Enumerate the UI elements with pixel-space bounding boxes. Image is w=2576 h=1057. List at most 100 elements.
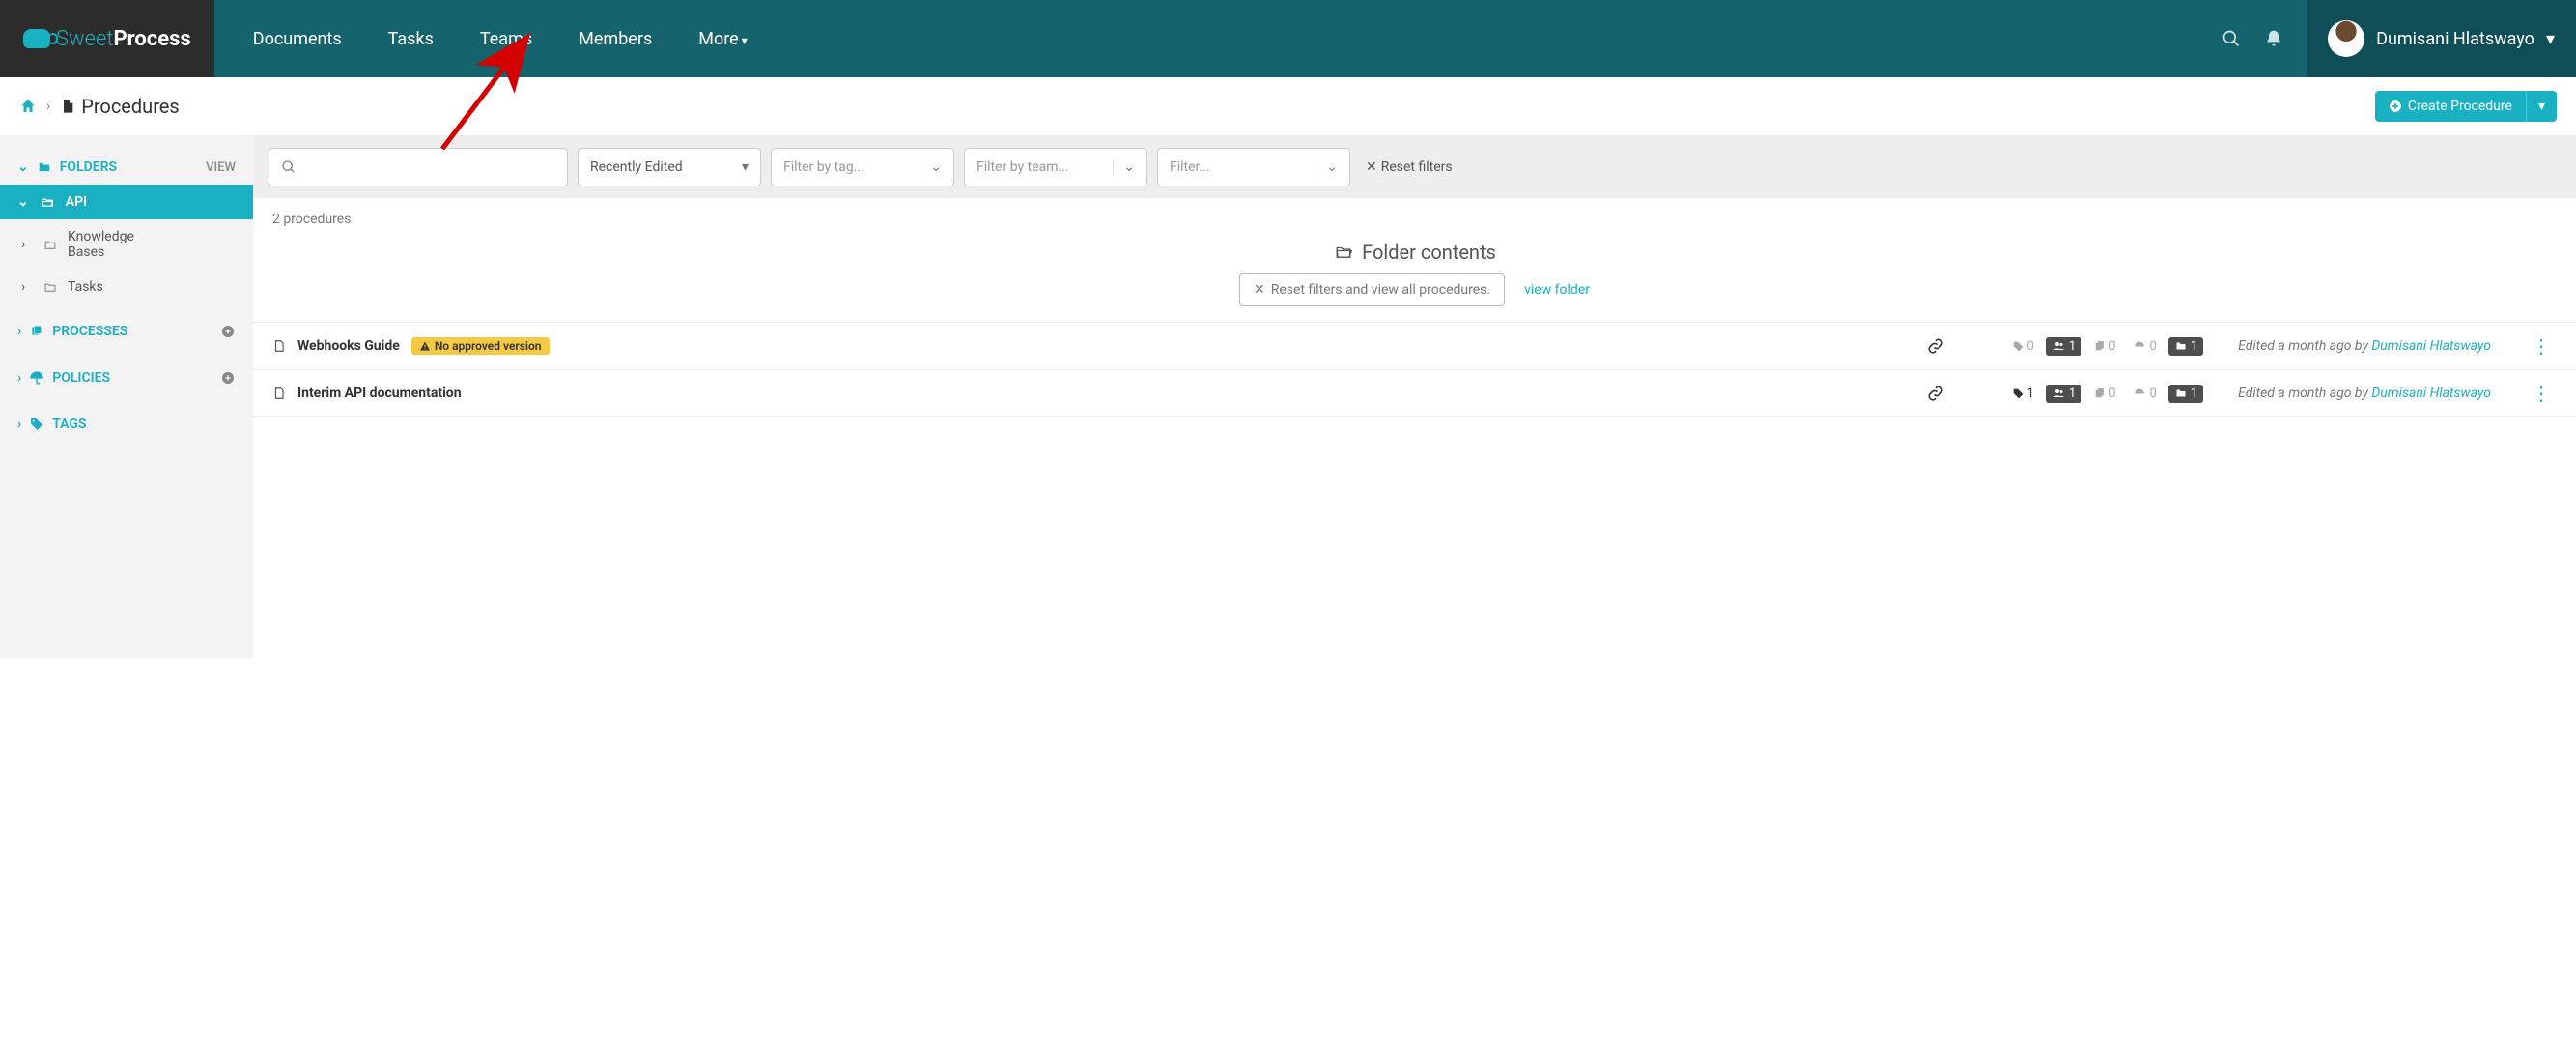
- chevron-right-icon: ›: [17, 370, 21, 386]
- sidebar-processes[interactable]: › PROCESSES: [0, 312, 253, 351]
- top-icons: [2222, 29, 2307, 48]
- chevron-right-icon: ›: [17, 324, 21, 339]
- folder-icon: [37, 160, 52, 174]
- nav-more[interactable]: More: [698, 29, 747, 49]
- stat-copies: 0: [2087, 385, 2121, 403]
- tag-filter[interactable]: Filter by tag... ⌄: [771, 148, 954, 186]
- reset-all-label: Reset filters and view all procedures.: [1271, 282, 1490, 298]
- brand-text: SweetProcess: [56, 27, 191, 51]
- active-folder-label: API: [66, 194, 87, 210]
- folder-icon: [42, 239, 58, 251]
- view-folder-link[interactable]: view folder: [1524, 282, 1590, 298]
- caret-down-icon: ⌄: [1316, 159, 1338, 175]
- sidebar-folder-api[interactable]: ⌄ API: [0, 185, 253, 219]
- sidebar-policies[interactable]: › POLICIES: [0, 358, 253, 397]
- procedure-row[interactable]: Interim API documentation 1 1 0: [253, 370, 2576, 417]
- stat-comments: 0: [2127, 385, 2162, 403]
- policies-label: POLICIES: [52, 370, 110, 386]
- sidebar: ⌄ FOLDERS VIEW ⌄ API › Knowledge Bases ›: [0, 136, 253, 658]
- folder-open-icon: [39, 195, 56, 209]
- folder-contents-heading: Folder contents: [253, 241, 2576, 264]
- brand-logo[interactable]: SweetProcess: [0, 0, 214, 77]
- nav-tasks[interactable]: Tasks: [388, 29, 434, 49]
- warning-badge: No approved version: [411, 337, 550, 355]
- add-process-icon[interactable]: [220, 324, 236, 339]
- create-caret[interactable]: ▾: [2526, 91, 2557, 122]
- procedure-stats: 1 1 0 0 1: [2006, 385, 2204, 403]
- close-icon: ✕: [1366, 159, 1377, 175]
- team-filter-label: Filter by team...: [977, 159, 1069, 175]
- chevron-down-icon: ⌄: [17, 194, 29, 210]
- document-icon: [272, 337, 286, 355]
- stat-copies: 0: [2087, 337, 2121, 356]
- search-icon[interactable]: [2222, 29, 2241, 48]
- stat-members: 1: [2046, 337, 2081, 356]
- folder-label: Knowledge Bases: [68, 229, 174, 260]
- stat-tags: 1: [2006, 385, 2040, 403]
- plus-circle-icon: [2389, 100, 2402, 113]
- sidebar-folder-kb[interactable]: › Knowledge Bases: [0, 219, 253, 270]
- chevron-right-icon: ›: [21, 237, 33, 252]
- row-menu[interactable]: ⋮: [2526, 382, 2557, 405]
- more-filter[interactable]: Filter... ⌄: [1157, 148, 1350, 186]
- caret-down-icon: ⌄: [920, 159, 942, 175]
- stat-tags: 0: [2006, 337, 2040, 356]
- row-menu[interactable]: ⋮: [2526, 334, 2557, 357]
- filter-bar: Recently Edited ▾ Filter by tag... ⌄ Fil…: [253, 136, 2576, 198]
- create-procedure-button[interactable]: Create Procedure ▾: [2375, 91, 2557, 122]
- procedure-meta: Edited a month ago by Dumisani Hlatswayo: [2238, 338, 2491, 354]
- tags-label: TAGS: [52, 416, 86, 432]
- caret-down-icon: ▾: [742, 159, 749, 175]
- procedure-meta: Edited a month ago by Dumisani Hlatswayo: [2238, 386, 2491, 401]
- sidebar-folder-tasks[interactable]: › Tasks: [0, 270, 253, 304]
- user-menu[interactable]: Dumisani Hlatswayo ▾: [2307, 0, 2576, 77]
- add-policy-icon[interactable]: [220, 370, 236, 386]
- stat-folders: 1: [2168, 385, 2203, 403]
- procedure-title: Webhooks Guide: [297, 338, 400, 354]
- reset-label: Reset filters: [1381, 159, 1453, 175]
- chevron-right-icon: ›: [21, 279, 33, 295]
- view-toggle[interactable]: VIEW: [206, 160, 236, 175]
- search-input[interactable]: [269, 148, 568, 186]
- document-icon: [272, 385, 286, 402]
- nav-teams[interactable]: Teams: [480, 29, 532, 49]
- stat-members: 1: [2046, 385, 2081, 403]
- stat-comments: 0: [2127, 337, 2162, 356]
- sort-select[interactable]: Recently Edited ▾: [578, 148, 761, 186]
- reset-all-button[interactable]: ✕ Reset filters and view all procedures.: [1239, 273, 1505, 306]
- home-icon[interactable]: [19, 98, 37, 115]
- more-filter-label: Filter...: [1170, 159, 1210, 175]
- breadcrumb-sep: ›: [46, 99, 50, 114]
- sidebar-tags[interactable]: › TAGS: [0, 405, 253, 443]
- caret-down-icon: ⌄: [1113, 159, 1135, 175]
- main-content: Recently Edited ▾ Filter by tag... ⌄ Fil…: [253, 136, 2576, 658]
- sidebar-folders-header[interactable]: ⌄ FOLDERS VIEW: [0, 150, 253, 185]
- cup-icon: [23, 29, 50, 48]
- nav-links: Documents Tasks Teams Members More: [214, 29, 786, 49]
- processes-label: PROCESSES: [52, 324, 127, 339]
- nav-members[interactable]: Members: [579, 29, 652, 49]
- author-link[interactable]: Dumisani Hlatswayo: [2371, 338, 2491, 354]
- folder-label: Tasks: [68, 279, 236, 295]
- tag-icon: [29, 416, 44, 432]
- avatar: [2328, 20, 2364, 57]
- bell-icon[interactable]: [2264, 29, 2283, 48]
- procedure-row[interactable]: Webhooks Guide No approved version 0 1: [253, 322, 2576, 370]
- procedure-title: Interim API documentation: [297, 386, 462, 401]
- reset-filters[interactable]: ✕ Reset filters: [1366, 159, 1453, 175]
- folder-icon: [42, 281, 58, 294]
- page-title: Procedures: [81, 95, 180, 118]
- author-link[interactable]: Dumisani Hlatswayo: [2371, 386, 2491, 401]
- team-filter[interactable]: Filter by team... ⌄: [964, 148, 1147, 186]
- stat-folders: 1: [2168, 337, 2203, 356]
- close-icon: ✕: [1254, 282, 1265, 298]
- sort-label: Recently Edited: [590, 159, 683, 175]
- chevron-right-icon: ›: [17, 416, 21, 432]
- link-icon[interactable]: [1927, 337, 1944, 355]
- warning-icon: [419, 340, 431, 352]
- folders-label: FOLDERS: [60, 159, 117, 175]
- nav-documents[interactable]: Documents: [253, 29, 342, 49]
- procedure-count: 2 procedures: [253, 198, 2576, 241]
- link-icon[interactable]: [1927, 385, 1944, 402]
- stack-icon: [29, 325, 44, 338]
